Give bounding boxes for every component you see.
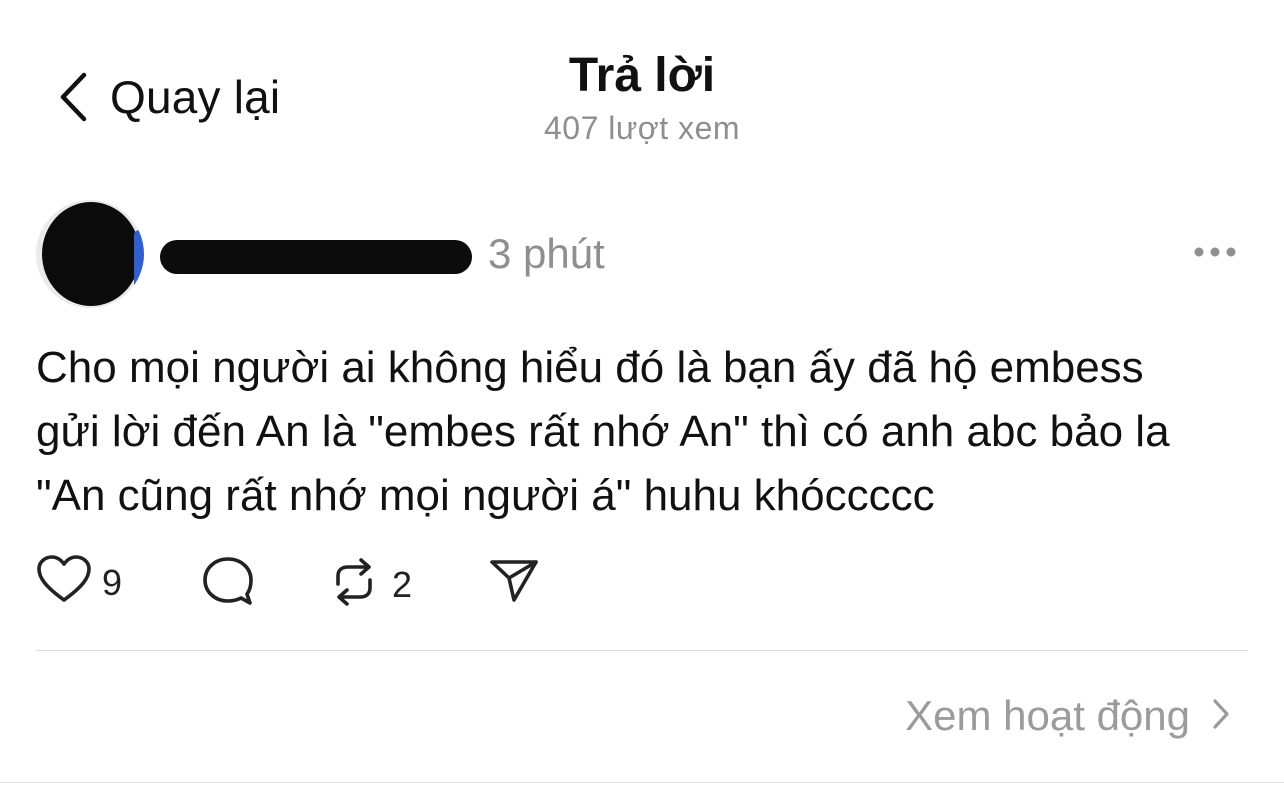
bottom-divider <box>0 782 1284 783</box>
ellipsis-icon[interactable] <box>1192 240 1238 264</box>
header-title-group: Trả lời 407 lượt xem <box>0 46 1284 147</box>
avatar-redaction <box>42 202 140 306</box>
share-button[interactable] <box>488 554 540 611</box>
comment-button[interactable] <box>200 554 256 615</box>
like-count: 9 <box>102 561 123 603</box>
like-button[interactable]: 9 <box>36 554 122 611</box>
send-icon <box>488 554 540 611</box>
comment-bubble-icon <box>200 554 256 615</box>
chevron-right-icon <box>1212 698 1230 735</box>
view-count: 407 lượt xem <box>543 110 741 146</box>
repost-count: 2 <box>392 563 413 605</box>
divider <box>36 650 1248 651</box>
reply-screen: Quay lại Trả lời 407 lượt xem 3 phút Cho… <box>0 0 1284 800</box>
view-activity-label: Xem hoạt động <box>905 692 1190 739</box>
post-text: Cho mọi người ai không hiểu đó là bạn ấy… <box>36 343 1170 520</box>
post-timestamp: 3 phút <box>488 230 605 277</box>
username-redacted[interactable] <box>160 240 472 274</box>
avatar[interactable] <box>36 200 144 308</box>
repost-button[interactable]: 2 <box>326 554 412 615</box>
page-title: Trả lời <box>568 49 716 102</box>
repost-icon <box>326 554 382 615</box>
heart-icon <box>36 554 92 611</box>
view-activity-link[interactable]: Xem hoạt động <box>905 692 1230 740</box>
avatar-edge <box>134 230 144 290</box>
